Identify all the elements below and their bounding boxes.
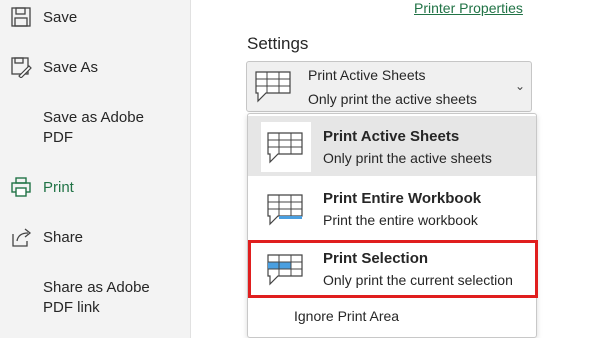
print-what-dropdown[interactable]: Print Active Sheets Only print the activ…	[246, 61, 532, 112]
nav-item-share[interactable]: Share	[0, 226, 190, 252]
nav-item-save-as[interactable]: Save As	[0, 56, 190, 82]
nav-label-save: Save	[43, 9, 78, 26]
save-icon	[10, 6, 34, 30]
nav-label-print: Print	[43, 179, 74, 196]
print-what-menu: Print Active Sheets Only print the activ…	[247, 113, 538, 338]
active-sheets-option-icon	[261, 122, 311, 172]
nav-item-share-as-adobe-pdf-link[interactable]: Share as Adobe PDF link	[0, 276, 190, 320]
ignore-print-area-option[interactable]: Ignore Print Area	[294, 308, 399, 324]
option-description: Only print the active sheets	[323, 150, 492, 166]
nav-item-print[interactable]: Print	[0, 176, 190, 202]
save-as-icon	[10, 56, 34, 80]
nav-label-save-as: Save As	[43, 59, 99, 76]
nav-label-share-as-adobe-pdf-link: Share as Adobe PDF link	[43, 279, 150, 316]
dropdown-selected-title: Print Active Sheets	[308, 67, 426, 83]
print-icon	[10, 176, 34, 200]
share-icon	[10, 226, 34, 250]
menu-option-print-entire-workbook[interactable]: Print Entire Workbook Print the entire w…	[248, 178, 536, 238]
menu-option-print-active-sheets[interactable]: Print Active Sheets Only print the activ…	[248, 116, 536, 176]
nav-label-share: Share	[43, 229, 84, 246]
selection-highlight-box	[248, 240, 538, 298]
active-sheets-icon	[255, 71, 293, 108]
option-title: Print Active Sheets	[323, 128, 460, 145]
backstage-nav: Save Save As Save as Adobe PDF Print Sha…	[0, 0, 191, 338]
nav-item-save[interactable]: Save	[0, 6, 190, 32]
entire-workbook-icon	[261, 184, 311, 234]
nav-item-save-as-adobe-pdf[interactable]: Save as Adobe PDF	[0, 106, 190, 150]
settings-heading: Settings	[247, 34, 309, 53]
chevron-down-icon: ⌄	[514, 79, 525, 93]
option-description: Print the entire workbook	[323, 212, 478, 228]
dropdown-selected-description: Only print the active sheets	[308, 91, 477, 107]
option-title: Print Entire Workbook	[323, 190, 482, 207]
nav-label-save-as-adobe-pdf: Save as Adobe PDF	[43, 109, 144, 146]
printer-properties-link[interactable]: Printer Properties	[414, 0, 523, 16]
